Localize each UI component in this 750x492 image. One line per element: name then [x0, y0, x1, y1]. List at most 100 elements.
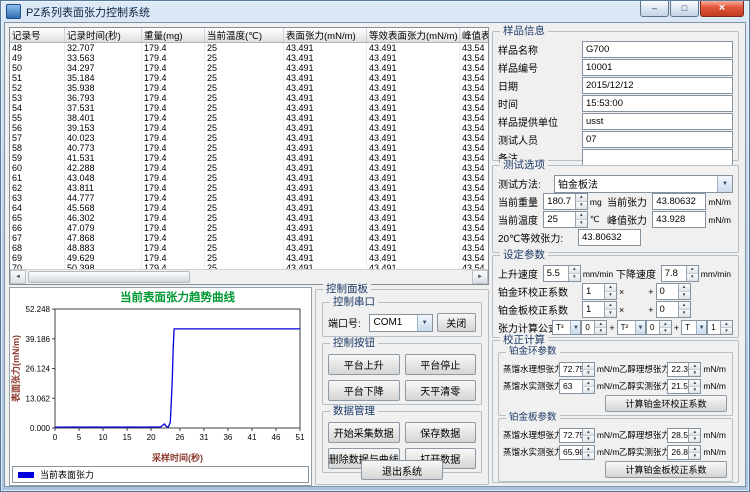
table-row[interactable]: 5639.153179.42543.49143.49143.54 [10, 123, 489, 133]
platform-up-button[interactable]: 平台上升 [328, 354, 400, 375]
table-row[interactable]: 5437.531179.42543.49143.49143.54 [10, 103, 489, 113]
table-row[interactable]: 5840.773179.42543.49143.49143.54 [10, 143, 489, 153]
distilled-measured-input[interactable]: 63▲▼ [559, 379, 595, 394]
distilled-ideal-input[interactable]: 72.75▲▼ [559, 428, 595, 443]
scroll-right-icon[interactable]: ► [472, 270, 488, 284]
sample-field-input[interactable]: usst [582, 113, 733, 130]
ethanol-measured-input[interactable]: 26.87▲▼ [667, 445, 701, 460]
maximize-button[interactable]: □ [670, 1, 699, 17]
column-header[interactable]: 记录时间(秒) [65, 28, 142, 43]
column-header[interactable]: 重量(mg) [142, 28, 205, 43]
scrollbar-track[interactable] [26, 270, 472, 284]
spinner-icon[interactable]: ▲▼ [582, 429, 594, 442]
calc-ring-factor-button[interactable]: 计算铂金环校正系数 [605, 395, 727, 412]
table-row[interactable]: 6243.811179.42543.49143.49143.54 [10, 183, 489, 193]
spinner-icon[interactable]: ▲▼ [575, 194, 587, 209]
table-row[interactable]: 6949.629179.42543.49143.49143.54 [10, 253, 489, 263]
table-row[interactable]: 6445.568179.42543.49143.49143.54 [10, 203, 489, 213]
column-header[interactable]: 当前温度(℃) [205, 28, 284, 43]
horizontal-scrollbar[interactable]: ◄ ► [10, 269, 488, 284]
spinner-icon[interactable]: ▲▼ [575, 212, 587, 227]
exit-system-button[interactable]: 退出系统 [361, 460, 443, 480]
platform-down-button[interactable]: 平台下降 [328, 380, 400, 401]
platform-stop-button[interactable]: 平台停止 [405, 354, 477, 375]
sample-field-input[interactable]: G700 [582, 41, 733, 58]
rise-speed-input[interactable]: 5.5▲▼ [543, 265, 581, 282]
ring-offset-input[interactable]: 0▲▼ [656, 283, 691, 300]
current-temp-input[interactable]: 25▲▼ [543, 211, 588, 228]
ethanol-ideal-input[interactable]: 22.3▲▼ [667, 362, 701, 377]
column-header[interactable]: 等效表面张力(mN/m) [367, 28, 460, 43]
spinner-icon[interactable]: ▲▼ [678, 284, 690, 299]
formula-coef-input[interactable]: 0▲▼ [646, 320, 672, 335]
spinner-icon[interactable]: ▲▼ [686, 266, 698, 281]
distilled-ideal-input[interactable]: 72.75▲▼ [559, 362, 595, 377]
table-row[interactable]: 5034.297179.42543.49143.49143.54 [10, 63, 489, 73]
close-port-button[interactable]: 关闭 [437, 313, 476, 332]
scrollbar-thumb[interactable] [28, 271, 190, 283]
spinner-icon[interactable]: ▲▼ [688, 363, 700, 376]
table-row[interactable]: 5336.793179.42543.49143.49143.54 [10, 93, 489, 103]
column-header[interactable]: 峰值表面张力(mN/m) [460, 28, 490, 43]
table-row[interactable]: 5740.023179.42543.49143.49143.54 [10, 133, 489, 143]
ring-factor-input[interactable]: 1▲▼ [582, 283, 617, 300]
spinner-icon[interactable]: ▲▼ [568, 266, 580, 281]
balance-zero-button[interactable]: 天平清零 [405, 380, 477, 401]
spinner-icon[interactable]: ▲▼ [688, 446, 700, 459]
test-method-select[interactable]: 铂金板法 ▼ [554, 175, 733, 193]
spinner-icon[interactable]: ▲▼ [582, 363, 594, 376]
close-button[interactable]: × [700, 1, 744, 17]
ethanol-measured-input[interactable]: 21.51▲▼ [667, 379, 701, 394]
formula-term-select[interactable]: T ▼ [681, 320, 707, 335]
sample-field-input[interactable]: 10001 [582, 59, 733, 76]
column-header[interactable]: 表面张力(mN/m) [284, 28, 367, 43]
table-row[interactable]: 6647.079179.42543.49143.49143.54 [10, 223, 489, 233]
table-row[interactable]: 6546.302179.42543.49143.49143.54 [10, 213, 489, 223]
current-weight-input[interactable]: 180.7▲▼ [543, 193, 588, 210]
distilled-measured-input[interactable]: 65.98▲▼ [559, 445, 595, 460]
table-row[interactable]: 6344.777179.42543.49143.49143.54 [10, 193, 489, 203]
calc-plate-factor-button[interactable]: 计算铂金板校正系数 [605, 461, 727, 478]
table-row[interactable]: 4933.563179.42543.49143.49143.54 [10, 53, 489, 63]
column-header[interactable]: 记录号 [10, 28, 65, 43]
start-acquisition-button[interactable]: 开始采集数据 [328, 422, 400, 443]
spinner-icon[interactable]: ▲▼ [720, 321, 732, 334]
minimize-button[interactable]: – [640, 1, 669, 17]
table-row[interactable]: 5538.401179.42543.49143.49143.54 [10, 113, 489, 123]
port-select[interactable]: COM1 ▼ [369, 314, 432, 332]
spinner-icon[interactable]: ▲▼ [688, 429, 700, 442]
chevron-down-icon[interactable]: ▼ [570, 321, 580, 334]
chevron-down-icon[interactable]: ▼ [696, 321, 706, 334]
spinner-icon[interactable]: ▲▼ [594, 321, 606, 334]
formula-term-select[interactable]: T² ▼ [617, 320, 646, 335]
spinner-icon[interactable]: ▲▼ [688, 380, 700, 393]
plate-factor-input[interactable]: 1▲▼ [582, 301, 617, 318]
ethanol-ideal-input[interactable]: 28.56▲▼ [667, 428, 701, 443]
sample-field-input[interactable]: 2015/12/12 [582, 77, 733, 94]
table-row[interactable]: 4832.707179.42543.49143.49143.54 [10, 43, 489, 54]
spinner-icon[interactable]: ▲▼ [582, 380, 594, 393]
table-row[interactable]: 6848.883179.42543.49143.49143.54 [10, 243, 489, 253]
table-row[interactable]: 6747.868179.42543.49143.49143.54 [10, 233, 489, 243]
save-data-button[interactable]: 保存数据 [405, 422, 477, 443]
table-row[interactable]: 6042.288179.42543.49143.49143.54 [10, 163, 489, 173]
table-row[interactable]: 6143.048179.42543.49143.49143.54 [10, 173, 489, 183]
table-row[interactable]: 5135.184179.42543.49143.49143.54 [10, 73, 489, 83]
table-row[interactable]: 5235.938179.42543.49143.49143.54 [10, 83, 489, 93]
sample-field-input[interactable]: 07 [582, 131, 733, 148]
fall-speed-input[interactable]: 7.8▲▼ [661, 265, 699, 282]
spinner-icon[interactable]: ▲▼ [604, 302, 616, 317]
table-row[interactable]: 5941.531179.42543.49143.49143.54 [10, 153, 489, 163]
plate-offset-input[interactable]: 0▲▼ [656, 301, 691, 318]
sample-field-input[interactable]: 15:53:00 [582, 95, 733, 112]
chevron-down-icon[interactable]: ▼ [635, 321, 645, 334]
sample-field-input[interactable] [582, 149, 733, 166]
scroll-left-icon[interactable]: ◄ [10, 270, 26, 284]
spinner-icon[interactable]: ▲▼ [659, 321, 671, 334]
spinner-icon[interactable]: ▲▼ [678, 302, 690, 317]
chevron-down-icon[interactable]: ▼ [417, 315, 432, 331]
formula-term-select[interactable]: T³ ▼ [552, 320, 581, 335]
chevron-down-icon[interactable]: ▼ [717, 176, 732, 192]
formula-coef-input[interactable]: 1▲▼ [707, 320, 733, 335]
spinner-icon[interactable]: ▲▼ [582, 446, 594, 459]
